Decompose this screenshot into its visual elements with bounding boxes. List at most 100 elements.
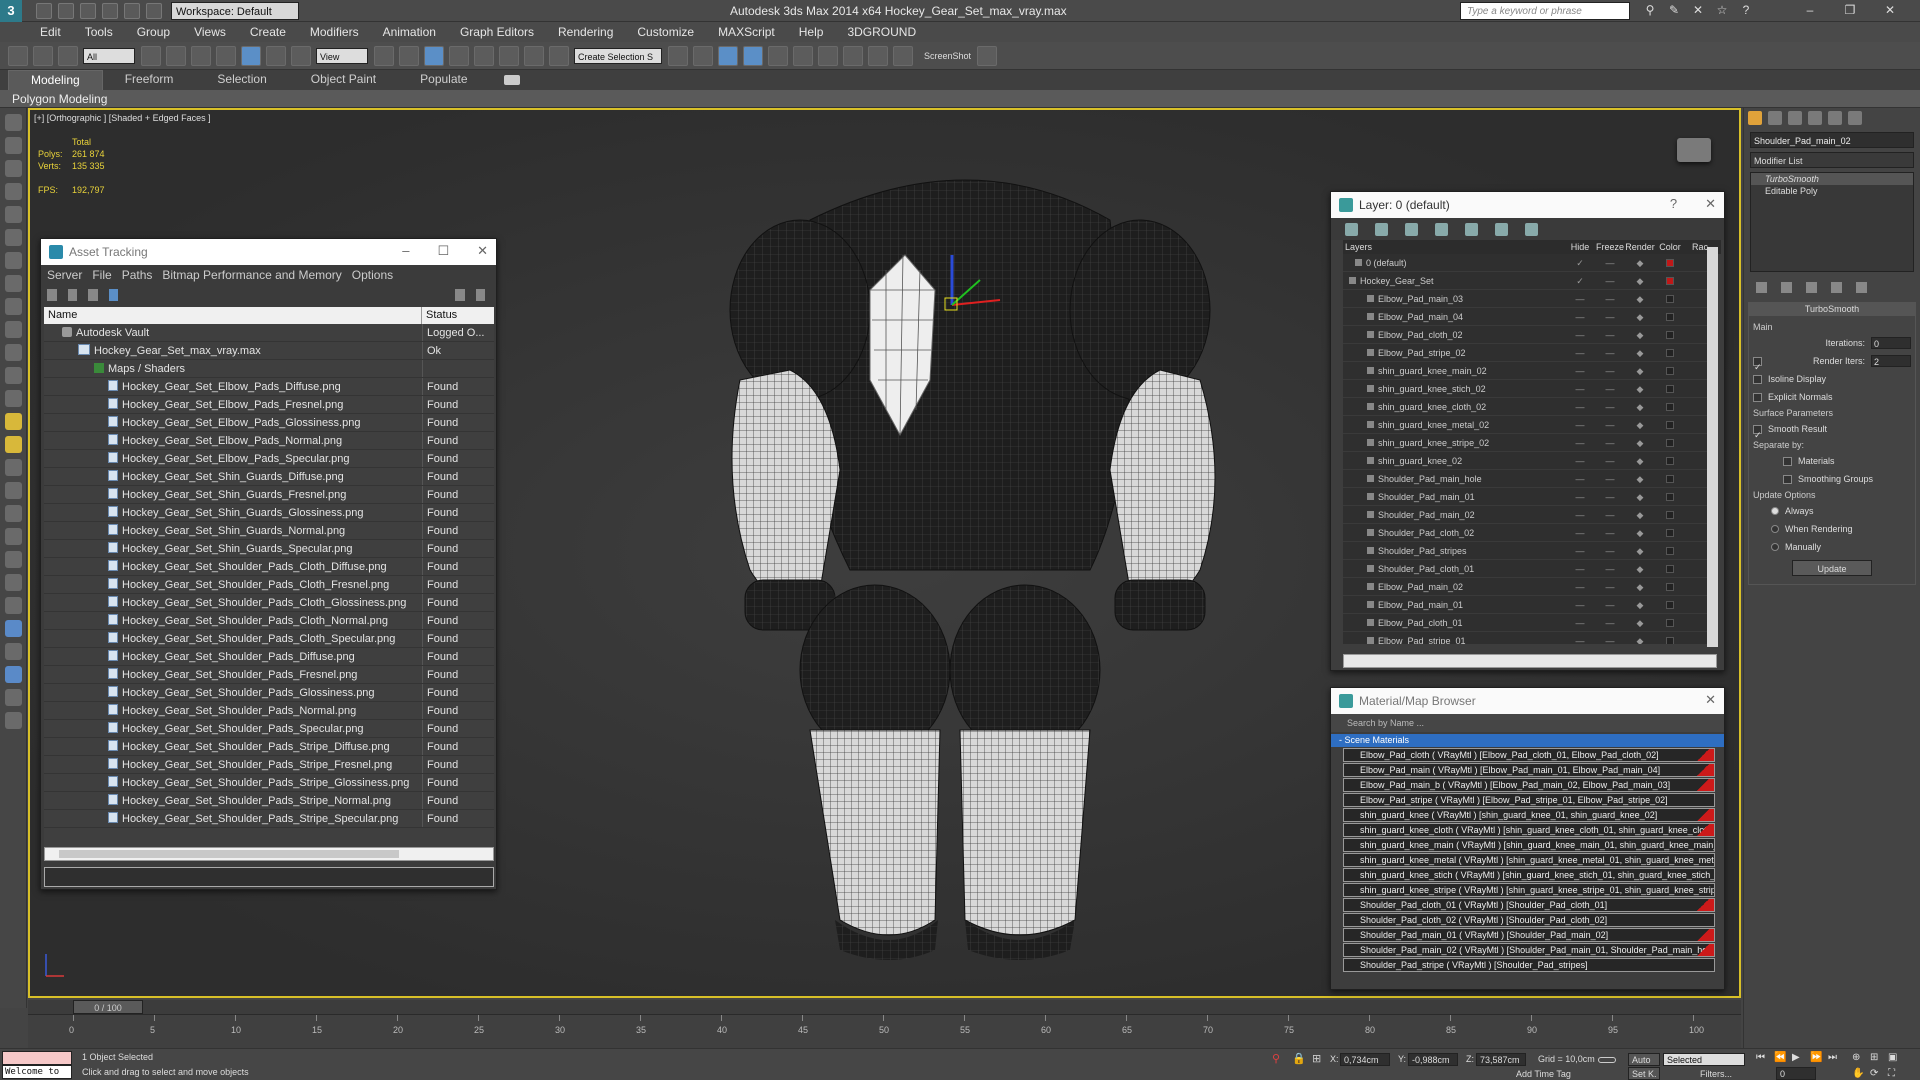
table-row[interactable]: Hockey_Gear_Set_Shoulder_Pads_Cloth_Glos…: [44, 594, 494, 612]
layer-color-swatch[interactable]: [1666, 619, 1674, 627]
asset-tracking-window[interactable]: Asset Tracking – ☐ ✕ Server File Paths B…: [40, 238, 497, 890]
biped-icon[interactable]: [5, 574, 22, 591]
select-object-icon[interactable]: [141, 45, 161, 66]
rectangular-selection-icon[interactable]: [191, 45, 211, 66]
when-rendering-radio[interactable]: [1771, 525, 1779, 533]
track-bar[interactable]: 0 5 10 15 20 25 30 35 40 45 50 55 60 65 70 75 80 85 90 95 10…: [28, 1014, 1741, 1048]
manually-radio[interactable]: [1771, 543, 1779, 551]
table-row[interactable]: Hockey_Gear_Set_Shoulder_Pads_Fresnel.pn…: [44, 666, 494, 684]
table-view-icon[interactable]: [88, 289, 98, 301]
hide-toggle[interactable]: —: [1565, 398, 1595, 415]
undo-icon[interactable]: [102, 2, 118, 19]
freeze-toggle[interactable]: —: [1595, 560, 1625, 577]
zoom-extents-icon[interactable]: ▣: [1888, 1052, 1897, 1063]
render-toggle[interactable]: ◆: [1625, 560, 1655, 577]
vertical-scrollbar[interactable]: [1707, 247, 1718, 647]
render-toggle[interactable]: ◆: [1625, 434, 1655, 451]
hide-toggle[interactable]: ✓: [1565, 272, 1595, 289]
material-item[interactable]: shin_guard_knee_stich ( VRayMtl ) [shin_…: [1343, 868, 1715, 882]
named-selection-set-dropdown[interactable]: Create Selection S: [574, 47, 662, 64]
helper-icon[interactable]: [5, 252, 22, 269]
render-toggle[interactable]: ◆: [1625, 524, 1655, 541]
layer-row[interactable]: Elbow_Pad_main_01— — ◆: [1343, 596, 1709, 614]
grid-icon[interactable]: [5, 183, 22, 200]
layer-color-swatch[interactable]: [1666, 313, 1674, 321]
reference-coordinate-dropdown[interactable]: View: [316, 47, 368, 64]
select-objects-icon[interactable]: [1435, 222, 1448, 236]
current-frame-field[interactable]: 0: [1776, 1067, 1816, 1080]
layer-row[interactable]: shin_guard_knee_stich_02— — ◆: [1343, 380, 1709, 398]
hide-all-icon[interactable]: [1495, 222, 1508, 236]
viewcube-icon[interactable]: [1677, 138, 1711, 162]
sky-dome-icon[interactable]: [5, 436, 22, 453]
x-coordinate[interactable]: 0,734cm: [1340, 1053, 1390, 1066]
always-radio[interactable]: [1771, 507, 1779, 515]
scrollbar-thumb[interactable]: [59, 850, 399, 858]
hide-toggle[interactable]: —: [1565, 452, 1595, 469]
shin-guard-right[interactable]: [959, 729, 1091, 936]
percent-snap-icon[interactable]: [499, 45, 519, 66]
col-layers[interactable]: Layers: [1343, 240, 1565, 254]
polygon-modeling-panel[interactable]: Polygon Modeling: [0, 90, 1920, 108]
set-key-button[interactable]: Set K.: [1628, 1067, 1660, 1080]
communication-icon[interactable]: ✕: [1688, 3, 1708, 19]
project-folder-icon[interactable]: [146, 2, 162, 19]
tab-modeling[interactable]: Modeling: [8, 70, 103, 90]
go-to-start-icon[interactable]: ⏮: [1756, 1052, 1765, 1063]
material-item[interactable]: Elbow_Pad_main ( VRayMtl ) [Elbow_Pad_ma…: [1343, 763, 1715, 777]
window-crossing-icon[interactable]: [216, 45, 236, 66]
table-row[interactable]: Hockey_Gear_Set_Shoulder_Pads_Stripe_Dif…: [44, 738, 494, 756]
select-and-move-icon[interactable]: [241, 45, 261, 66]
layer-row[interactable]: Elbow_Pad_cloth_01— — ◆: [1343, 614, 1709, 632]
curve-editor-icon[interactable]: [768, 45, 788, 66]
layer-color-swatch[interactable]: [1666, 331, 1674, 339]
render-toggle[interactable]: ◆: [1625, 542, 1655, 559]
menu-edit[interactable]: Edit: [40, 25, 61, 39]
explicit-normals-checkbox[interactable]: [1753, 392, 1762, 402]
freeze-toggle[interactable]: —: [1595, 272, 1625, 289]
col-render[interactable]: Render: [1625, 240, 1655, 254]
ribbon-options-icon[interactable]: [503, 75, 520, 85]
material-editor-icon[interactable]: [818, 45, 838, 66]
menu-rendering[interactable]: Rendering: [558, 25, 613, 39]
table-row[interactable]: Hockey_Gear_Set_Shin_Guards_Normal.png Fo…: [44, 522, 494, 540]
table-row[interactable]: Hockey_Gear_Set_Shoulder_Pads_Stripe_Spe…: [44, 810, 494, 828]
layer-manager-window[interactable]: Layer: 0 (default) ? ✕ Layers Hide Freez…: [1330, 191, 1725, 671]
previous-frame-icon[interactable]: ⏪: [1774, 1052, 1786, 1063]
select-manipulate-icon[interactable]: [399, 45, 419, 66]
hair-icon[interactable]: [5, 597, 22, 614]
render-toggle[interactable]: ◆: [1625, 380, 1655, 397]
render-toggle[interactable]: ◆: [1625, 578, 1655, 595]
schematic-view-icon[interactable]: [793, 45, 813, 66]
hide-toggle[interactable]: —: [1565, 416, 1595, 433]
tab-selection[interactable]: Selection: [195, 70, 288, 90]
light-icon[interactable]: [5, 229, 22, 246]
toggle-ribbon-icon[interactable]: [743, 45, 763, 66]
render-icon[interactable]: [5, 643, 22, 660]
material-item[interactable]: shin_guard_knee_cloth ( VRayMtl ) [shin_…: [1343, 823, 1715, 837]
screenshot-camera-icon[interactable]: [977, 45, 998, 66]
help-circle-icon[interactable]: [5, 712, 22, 729]
play-icon[interactable]: ▶: [1792, 1052, 1800, 1063]
layer-color-swatch[interactable]: [1666, 295, 1674, 303]
edit-named-selection-icon[interactable]: [549, 45, 569, 66]
col-freeze[interactable]: Freeze: [1595, 240, 1625, 254]
table-row[interactable]: Hockey_Gear_Set_max_vray.max Ok: [44, 342, 494, 360]
shoulder-cap-right[interactable]: [1069, 219, 1211, 401]
layer-manager-icon[interactable]: [5, 137, 22, 154]
table-row[interactable]: Maps / Shaders: [44, 360, 494, 378]
material-item[interactable]: Shoulder_Pad_cloth_02 ( VRayMtl ) [Shoul…: [1343, 913, 1715, 927]
highlight-layer-icon[interactable]: [1465, 222, 1478, 236]
material-item[interactable]: Shoulder_Pad_stripe ( VRayMtl ) [Shoulde…: [1343, 958, 1715, 972]
add-time-tag[interactable]: Add Time Tag: [1516, 1069, 1571, 1079]
layer-color-swatch[interactable]: [1666, 457, 1674, 465]
col-name[interactable]: Name: [44, 307, 422, 324]
wind-icon[interactable]: [5, 459, 22, 476]
freeze-toggle[interactable]: —: [1595, 596, 1625, 613]
favorites-star-icon[interactable]: ☆: [1712, 3, 1732, 19]
update-button[interactable]: Update: [1792, 560, 1872, 576]
redo-icon[interactable]: [124, 2, 140, 19]
layer-row[interactable]: 0 (default) ✓ — ◆: [1343, 254, 1709, 272]
material-item[interactable]: shin_guard_knee_main ( VRayMtl ) [shin_g…: [1343, 838, 1715, 852]
hide-toggle[interactable]: —: [1565, 344, 1595, 361]
